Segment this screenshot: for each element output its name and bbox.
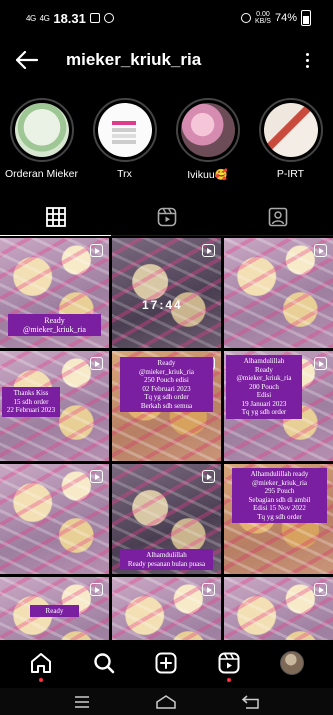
- reel-badge-icon: [202, 583, 215, 596]
- home-icon: [31, 653, 52, 673]
- highlight-label: Trx: [117, 168, 132, 180]
- post-thumbnail[interactable]: Alhamdulillah Ready pesanan bulan puasa: [112, 464, 221, 574]
- recent-apps-button[interactable]: [67, 692, 97, 712]
- status-time: 18.31: [53, 10, 86, 26]
- highlight-cover: [97, 103, 152, 157]
- reel-badge-icon: [202, 244, 215, 257]
- highlight-cover: [14, 103, 69, 157]
- reels-icon: [157, 207, 176, 226]
- add-post-icon: [155, 652, 177, 674]
- system-navigation: [0, 688, 333, 715]
- more-options-button[interactable]: [297, 45, 317, 75]
- post-caption: Ready: [30, 604, 79, 617]
- story-highlights: Orderan Mieker Trx Ivikuu🥰 P-IRT: [0, 98, 333, 184]
- profile-tabs: [0, 198, 333, 236]
- post-caption: Alhamdulillah ready @mieker_kriuk_ria 29…: [232, 468, 327, 523]
- reel-badge-icon: [314, 583, 327, 596]
- post-thumbnail[interactable]: Thanks Kiss 15 sdh order 22 Februari 202…: [0, 351, 109, 461]
- notification-dot: [227, 678, 232, 682]
- network-1-indicator: 4G: [26, 13, 36, 23]
- post-caption: Ready @mieker_kriuk_ria 250 Pouch edisi …: [120, 357, 213, 412]
- instagram-notification-icon: [89, 13, 100, 23]
- post-thumbnail[interactable]: [112, 577, 221, 642]
- post-thumbnail[interactable]: Ready: [0, 577, 109, 642]
- highlight-label: P-IRT: [276, 168, 305, 180]
- post-thumbnail[interactable]: Alhamdulillah ready @mieker_kriuk_ria 29…: [224, 464, 333, 574]
- post-thumbnail[interactable]: Ready @mieker_kriuk_ria 250 Pouch edisi …: [112, 351, 221, 461]
- post-thumbnail[interactable]: [0, 464, 109, 574]
- notification-dot: [39, 678, 44, 682]
- tab-reels[interactable]: [111, 198, 222, 236]
- highlight-p-irt[interactable]: P-IRT: [249, 98, 332, 184]
- reel-badge-icon: [314, 357, 327, 370]
- highlight-cover: [180, 103, 235, 157]
- post-thumbnail[interactable]: 17:44: [112, 238, 221, 348]
- battery-icon: [301, 10, 311, 26]
- tab-tagged[interactable]: [222, 198, 333, 236]
- nav-search[interactable]: [84, 643, 124, 683]
- back-return-icon: [241, 694, 259, 709]
- reels-icon: [218, 652, 240, 674]
- back-button[interactable]: [16, 44, 48, 76]
- post-thumbnail[interactable]: [224, 238, 333, 348]
- more-dot-icon: [305, 58, 309, 62]
- status-left: 4G 4G 18.31: [26, 11, 114, 26]
- post-thumbnail[interactable]: Alhamdulillah Ready @mieker_kriuk_ria 20…: [224, 351, 333, 461]
- battery-percent: 74%: [274, 12, 297, 24]
- alarm-icon: [241, 13, 252, 23]
- reel-badge-icon: [90, 470, 103, 483]
- nav-create[interactable]: [146, 643, 186, 683]
- highlight-label: Ivikuu🥰: [187, 169, 228, 181]
- back-arrow-icon: [16, 51, 38, 69]
- reel-badge-icon: [314, 244, 327, 257]
- search-icon: [94, 653, 115, 674]
- reel-badge-icon: [90, 244, 103, 257]
- more-dot-icon: [305, 52, 309, 56]
- back-system-button[interactable]: [236, 692, 266, 712]
- grid-icon: [45, 206, 66, 227]
- reel-badge-icon: [202, 470, 215, 483]
- avatar: [279, 651, 304, 675]
- highlight-ring: [258, 98, 323, 162]
- profile-header: mieker_kriuk_ria: [0, 38, 333, 82]
- highlight-ring: [9, 98, 74, 162]
- home-outline-icon: [156, 694, 177, 709]
- whatsapp-notification-icon: [103, 13, 114, 23]
- tagged-icon: [268, 207, 287, 226]
- highlight-ivikuu[interactable]: Ivikuu🥰: [166, 98, 249, 184]
- post-caption: Alhamdulillah Ready @mieker_kriuk_ria 20…: [226, 355, 302, 419]
- post-timecode: 17:44: [142, 298, 183, 312]
- post-grid: Ready @mieker_kriuk_ria 17:44 Thanks Kis…: [0, 238, 333, 642]
- nav-profile[interactable]: [272, 643, 312, 683]
- highlight-ring: [175, 98, 240, 162]
- highlight-cover: [263, 103, 318, 157]
- bottom-navigation: [0, 640, 333, 686]
- network-2-indicator: 4G: [39, 13, 50, 23]
- reel-badge-icon: [90, 357, 103, 370]
- highlight-trx[interactable]: Trx: [83, 98, 166, 184]
- status-bar: 4G 4G 18.31 0.00 KB/S 74%: [0, 0, 333, 36]
- post-caption: Alhamdulillah Ready pesanan bulan puasa: [120, 549, 213, 570]
- post-caption: Thanks Kiss 15 sdh order 22 Februari 202…: [2, 387, 60, 417]
- menu-lines-icon: [75, 695, 90, 708]
- reel-badge-icon: [90, 583, 103, 596]
- highlight-orderan-mieker[interactable]: Orderan Mieker: [0, 98, 83, 184]
- nav-reels[interactable]: [209, 643, 249, 683]
- home-system-button[interactable]: [151, 692, 181, 712]
- network-speed: 0.00 KB/S: [255, 11, 271, 25]
- profile-username: mieker_kriuk_ria: [66, 50, 202, 69]
- highlight-ring: [92, 98, 157, 162]
- more-dot-icon: [305, 64, 309, 68]
- post-caption: Ready @mieker_kriuk_ria: [8, 314, 101, 336]
- tab-grid[interactable]: [0, 198, 111, 236]
- post-thumbnail[interactable]: [224, 577, 333, 642]
- speed-unit: KB/S: [255, 18, 271, 25]
- nav-home[interactable]: [21, 643, 61, 683]
- post-thumbnail[interactable]: Ready @mieker_kriuk_ria: [0, 238, 109, 348]
- status-right: 0.00 KB/S 74%: [241, 10, 311, 26]
- highlight-label: Orderan Mieker: [5, 168, 78, 180]
- speed-value: 0.00: [256, 11, 270, 18]
